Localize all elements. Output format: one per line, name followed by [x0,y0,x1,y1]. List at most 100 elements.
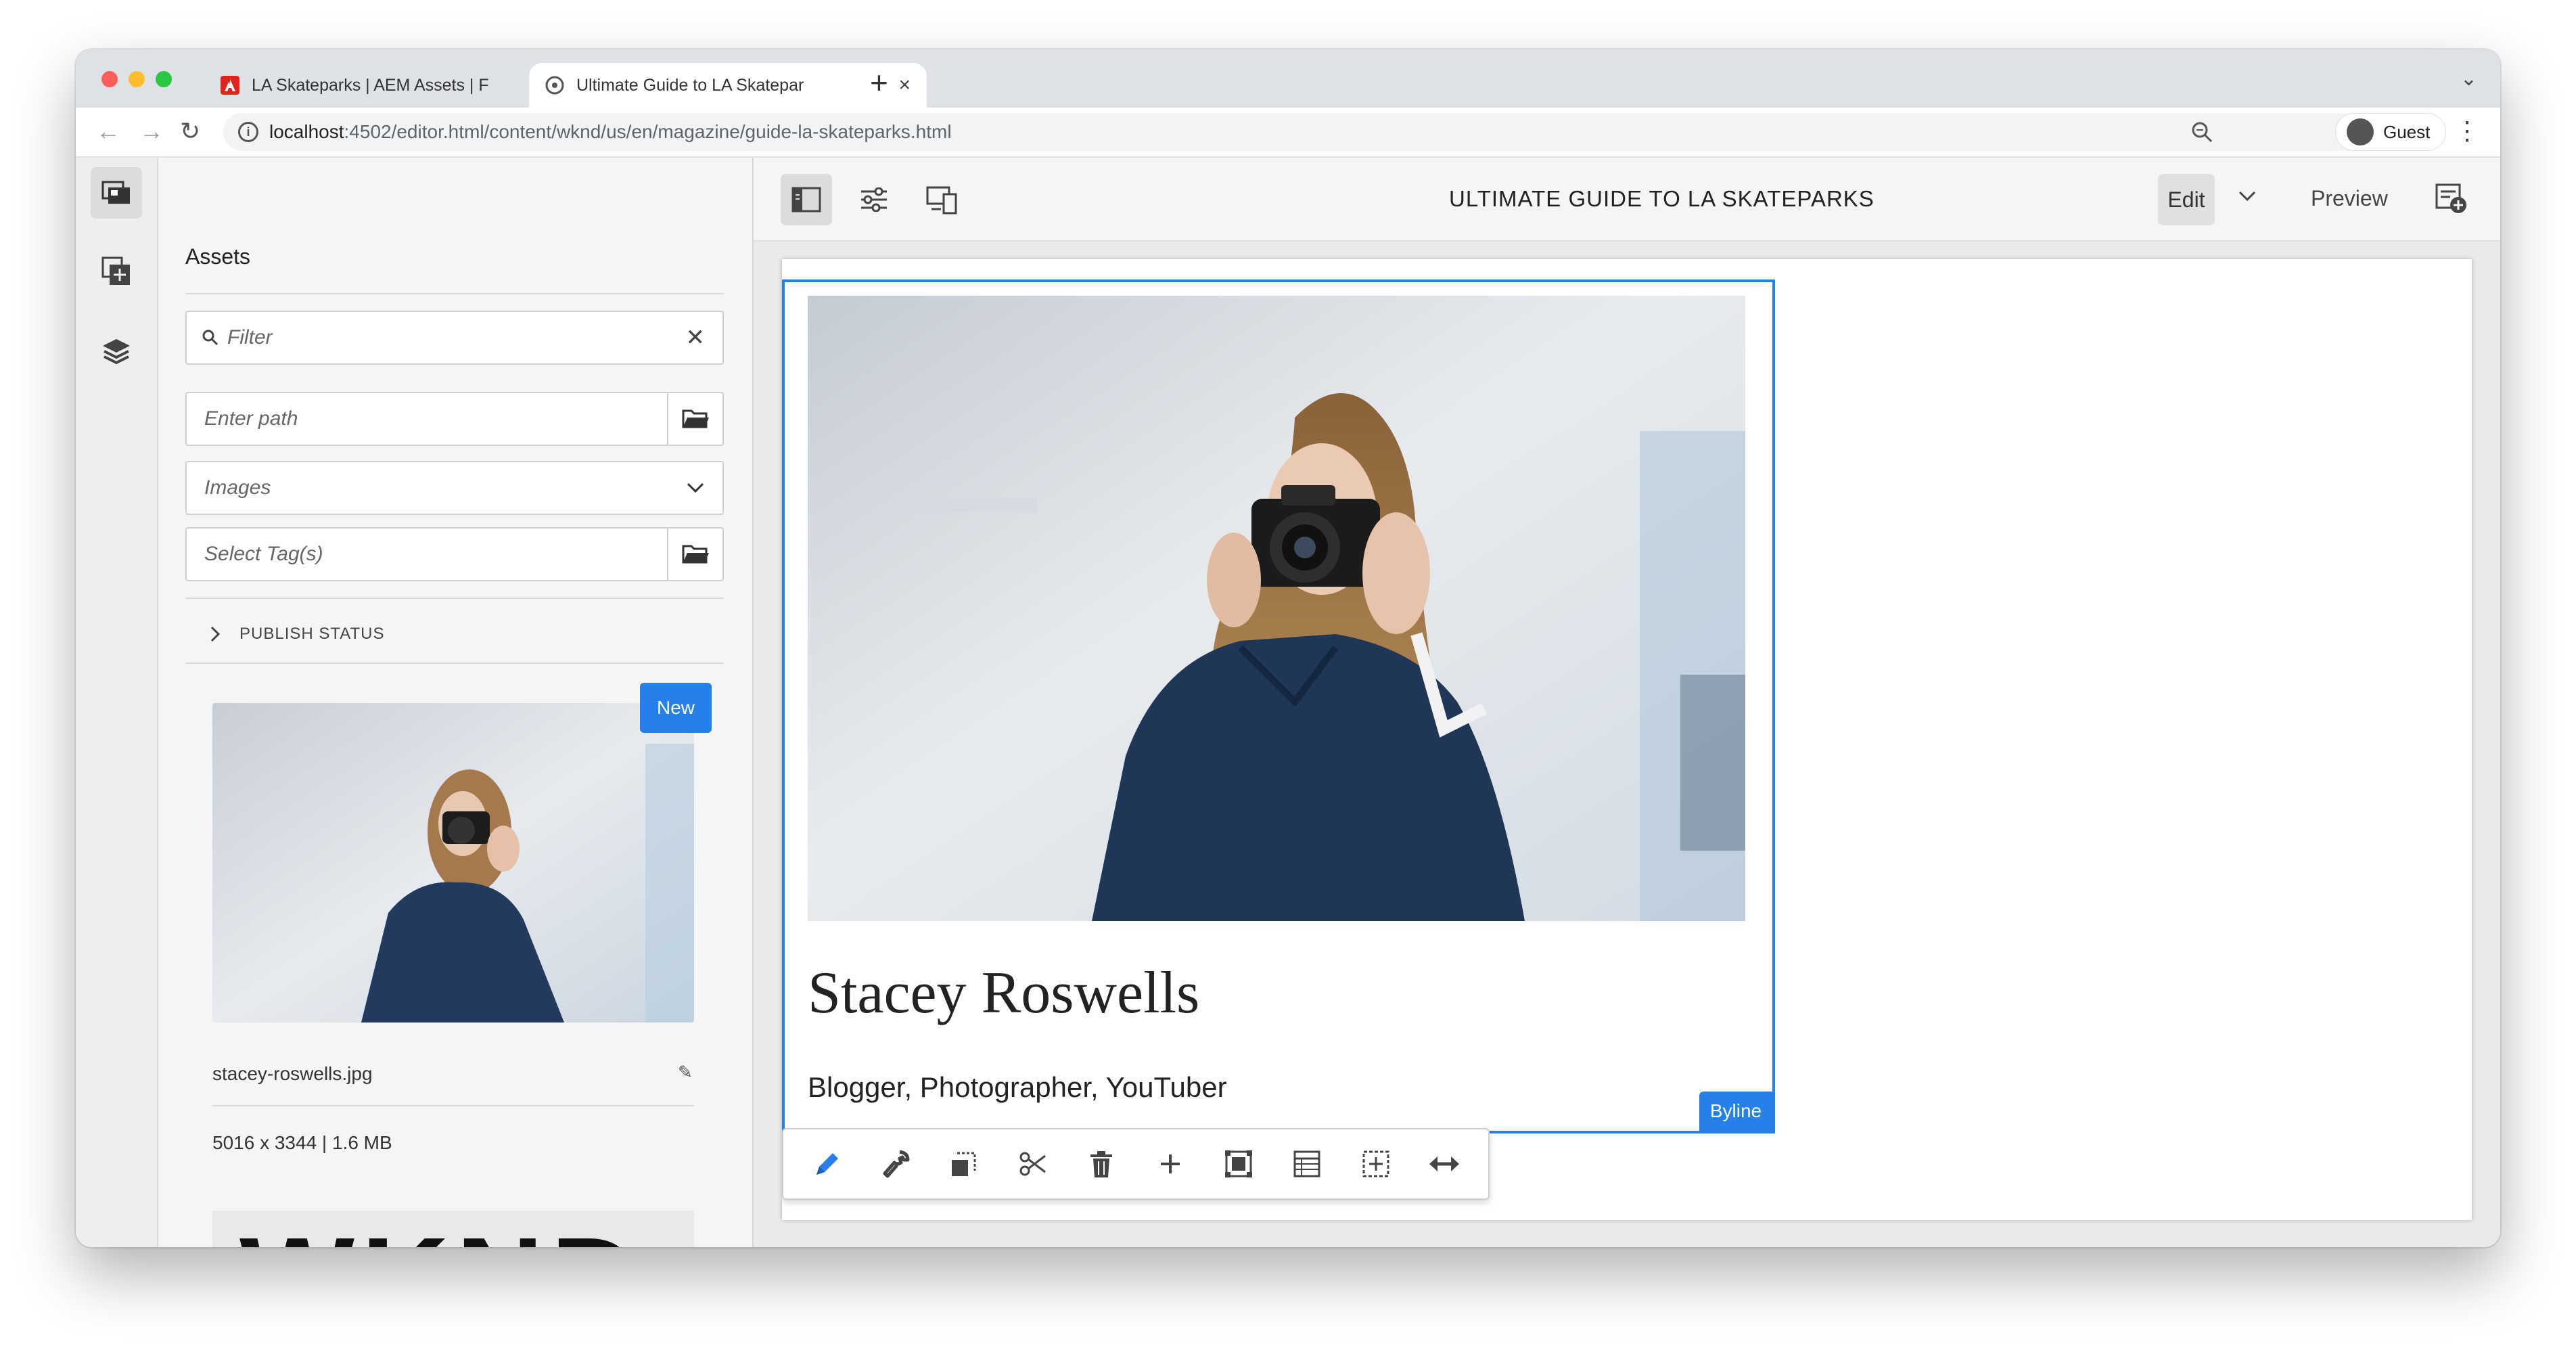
side-rail [76,158,158,1247]
insert-icon[interactable] [1150,1144,1191,1184]
pencil-glyph [816,1153,838,1175]
tab-title: Ultimate Guide to LA Skatepar [576,75,804,95]
asset-metadata: 5016 x 3344 | 1.6 MB [212,1132,392,1153]
browse-tags-button[interactable] [667,529,722,580]
profile-button[interactable]: Guest [2335,113,2446,151]
layout-glyph [1293,1150,1320,1177]
annotations-icon[interactable] [2435,183,2468,218]
browse-path-button[interactable] [667,393,722,445]
filter-placeholder: Filter [227,326,273,349]
asset-type-value: Images [204,476,271,499]
profile-label: Guest [2383,121,2431,142]
folder-icon [682,409,709,428]
insert-between-glyph [1362,1150,1389,1177]
globe-icon [545,76,564,95]
tab-strip: LA Skateparks | AEM Assets | F × Ultimat… [76,49,2500,108]
mode-chevron-down-icon[interactable] [2238,185,2257,208]
layout-icon[interactable] [1287,1144,1327,1184]
divider [185,662,724,664]
divider [185,293,724,294]
new-tab-button[interactable]: + [870,64,888,101]
close-window-button[interactable] [101,71,118,87]
components-glyph [101,256,130,285]
byline-component[interactable]: Stacey Roswells Blogger, Photographer, Y… [782,279,1775,1133]
edit-mode-button[interactable]: Edit [2158,174,2215,225]
forward-arrow-icon[interactable]: → [139,117,164,145]
byline-photo [808,296,1745,921]
edit-icon[interactable] [807,1144,848,1184]
photo-thumbnail [212,703,694,1023]
double-arrow-glyph [1429,1156,1460,1171]
close-tab-icon[interactable]: × [898,74,911,97]
resize-icon[interactable] [1424,1144,1465,1184]
chevron-down-icon [687,482,704,493]
avatar-icon [2347,118,2374,145]
byline-name: Stacey Roswells [808,960,1200,1026]
url-host: localhost [269,121,344,142]
editor-canvas: Stacey Roswells Blogger, Photographer, Y… [754,242,2500,1247]
path-field[interactable]: Enter path [185,392,724,446]
component-label-badge: Byline [1699,1092,1772,1131]
select-parent-glyph [952,1152,976,1176]
zoom-icon[interactable] [2190,120,2213,143]
publish-status-toggle[interactable]: PUBLISH STATUS [210,625,384,644]
browser-toolbar: ← → ↻ i localhost:4502/editor.html/conte… [76,108,2500,158]
address-bar[interactable]: i localhost:4502/editor.html/content/wkn… [223,113,2383,151]
page-properties-icon[interactable] [848,174,900,225]
edit-pencil-icon[interactable]: ✎ [678,1062,693,1083]
photo-image [808,296,1745,921]
site-info-icon[interactable]: i [238,122,258,142]
reload-icon[interactable]: ↻ [180,117,200,145]
side-panel-glyph [791,187,821,212]
url-text: localhost:4502/editor.html/content/wknd/… [269,121,952,143]
page-title: ULTIMATE GUIDE TO LA SKATEPARKS [1449,186,1874,211]
layers-glyph [103,339,130,365]
path-placeholder: Enter path [204,407,298,430]
tab-search-chevron-icon[interactable]: ⌄ [2460,67,2477,91]
back-arrow-icon[interactable]: ← [96,117,120,145]
chevron-down-glyph [2238,191,2256,202]
toggle-side-panel-icon[interactable] [781,174,832,225]
divider [212,1105,694,1106]
tags-placeholder: Select Tag(s) [204,543,323,565]
url-path: :4502/editor.html/content/wknd/us/en/mag… [344,121,952,142]
new-badge: New [640,683,712,733]
minimize-window-button[interactable] [129,71,145,87]
browser-window: LA Skateparks | AEM Assets | F × Ultimat… [76,49,2500,1247]
preview-button[interactable]: Preview [2311,186,2388,211]
tags-field[interactable]: Select Tag(s) [185,527,724,581]
group-glyph [1225,1150,1253,1177]
cut-icon[interactable] [1013,1144,1053,1184]
configure-icon[interactable] [875,1144,916,1184]
maximize-window-button[interactable] [156,71,172,87]
clear-filter-icon[interactable]: ✕ [686,324,706,351]
wrench-glyph [883,1150,910,1178]
components-icon[interactable] [91,246,142,297]
annotation-glyph [2435,183,2466,213]
assets-finder-glyph [101,181,130,204]
browser-menu-icon[interactable]: ⋮ [2454,116,2480,146]
group-icon[interactable] [1218,1144,1259,1184]
delete-icon[interactable] [1081,1144,1122,1184]
devices-glyph [926,186,957,215]
next-asset-thumbnail[interactable]: WKND [212,1211,694,1247]
editor-header: ULTIMATE GUIDE TO LA SKATEPARKS Edit Pre… [754,158,2500,242]
adobe-icon [221,76,239,95]
filter-input[interactable]: Filter ✕ [185,311,724,365]
byline-occupations: Blogger, Photographer, YouTuber [808,1071,1227,1103]
asset-filename: stacey-roswells.jpg [212,1063,373,1084]
asset-thumbnail[interactable] [212,703,694,1023]
parent-icon[interactable] [944,1144,984,1184]
component-toolbar [782,1128,1490,1200]
emulator-icon[interactable] [916,174,967,225]
chevron-right-icon [210,626,221,642]
browser-tab-editor[interactable]: Ultimate Guide to LA Skatepar × [529,63,927,108]
paste-icon[interactable] [1356,1144,1396,1184]
next-asset-logo-text: WKND [239,1211,645,1247]
publish-status-label: PUBLISH STATUS [239,625,385,643]
panel-title: Assets [185,244,251,269]
asset-type-select[interactable]: Images [185,461,724,515]
content-tree-icon[interactable] [91,325,142,377]
assets-finder-icon[interactable] [91,167,142,219]
sliders-glyph [861,187,887,212]
